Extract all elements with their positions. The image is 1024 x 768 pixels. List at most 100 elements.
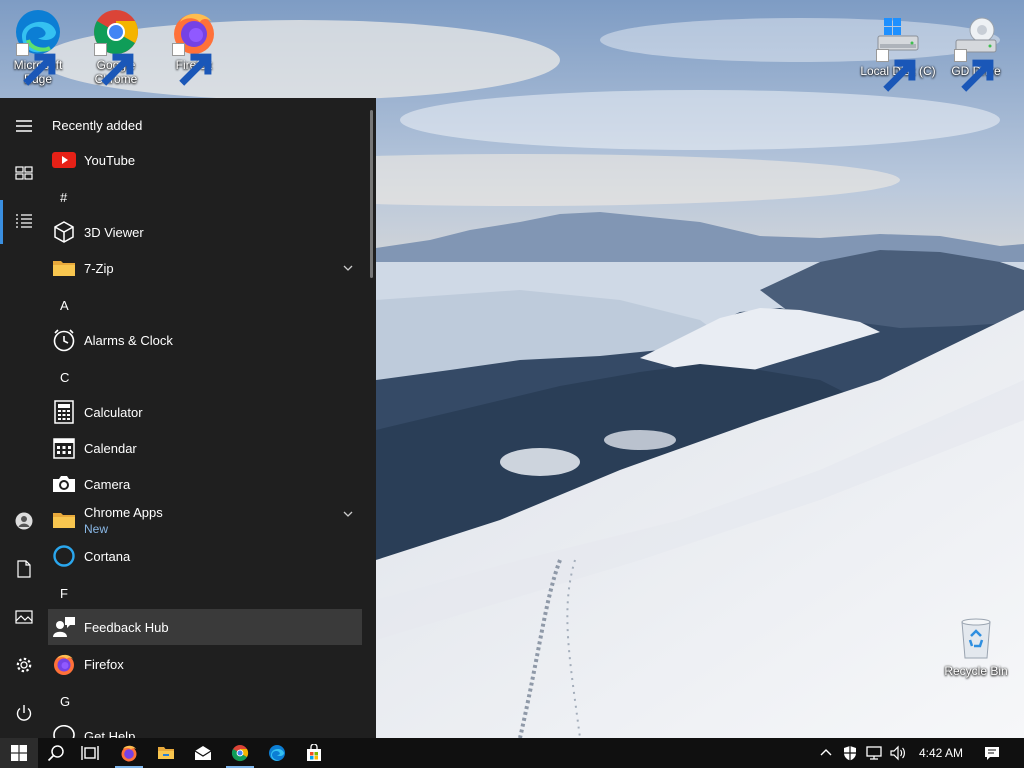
firefox-icon xyxy=(54,654,74,675)
search-icon xyxy=(47,745,64,762)
chevron-up-icon xyxy=(820,749,832,756)
search-button[interactable] xyxy=(38,738,74,768)
shortcut-arrow-icon xyxy=(172,43,212,86)
app-item-calculator[interactable]: Calculator xyxy=(48,394,362,430)
app-item-label: Cortana xyxy=(84,548,131,564)
app-item-label: 3D Viewer xyxy=(84,224,144,240)
help-icon xyxy=(53,724,75,738)
app-item-feedback-hub[interactable]: Feedback Hub xyxy=(48,609,362,645)
taskbar-firefox[interactable] xyxy=(111,738,147,768)
app-item-calendar[interactable]: Calendar xyxy=(48,430,362,466)
settings-button[interactable] xyxy=(0,642,48,688)
folder-icon xyxy=(53,261,75,276)
power-button[interactable] xyxy=(0,690,48,736)
task-view-icon xyxy=(81,746,99,760)
firefox-icon xyxy=(121,745,137,762)
taskbar-file-explorer[interactable] xyxy=(148,738,184,768)
volume-tray-button[interactable] xyxy=(888,738,908,768)
desktop-icon-recycle-bin[interactable]: Recycle Bin xyxy=(938,614,1014,678)
app-item-firefox[interactable]: Firefox xyxy=(48,646,362,682)
taskbar-mail[interactable] xyxy=(185,738,221,768)
clock-icon xyxy=(53,329,75,352)
desktop-icon-chrome[interactable]: Google Chrome xyxy=(78,8,154,86)
all-apps-button[interactable] xyxy=(0,198,48,244)
pictures-icon xyxy=(15,610,33,624)
recently-added-heading: Recently added xyxy=(52,118,143,133)
taskbar-store[interactable] xyxy=(296,738,332,768)
taskbar-chrome[interactable] xyxy=(222,738,258,768)
app-item-camera[interactable]: Camera xyxy=(48,466,362,502)
shortcut-arrow-icon xyxy=(876,49,916,92)
tiles-icon xyxy=(15,166,33,180)
cortana-icon xyxy=(53,545,75,567)
user-account-button[interactable] xyxy=(0,498,48,544)
app-item-label: Camera xyxy=(84,476,131,492)
notification-icon xyxy=(985,747,999,760)
feedback-icon xyxy=(53,617,75,637)
user-icon xyxy=(15,512,33,530)
app-item-label: Calculator xyxy=(84,404,143,420)
new-badge: New xyxy=(84,521,109,536)
documents-button[interactable] xyxy=(0,546,48,592)
app-item-youtube[interactable]: YouTube xyxy=(48,142,362,178)
task-view-button[interactable] xyxy=(72,738,108,768)
power-icon xyxy=(16,705,32,721)
app-item-label: Firefox xyxy=(84,656,124,672)
expand-menu-button[interactable] xyxy=(0,103,48,149)
app-folder-7zip[interactable]: 7-Zip xyxy=(48,250,362,286)
app-item-get-help[interactable]: Get Help xyxy=(48,718,362,738)
desktop-icon-edge[interactable]: Microsoft Edge xyxy=(0,8,76,86)
group-letter-f[interactable]: F xyxy=(60,586,68,601)
all-apps-icon xyxy=(16,214,32,228)
folder-icon xyxy=(53,513,75,528)
action-center-button[interactable] xyxy=(978,738,1006,768)
shortcut-arrow-icon xyxy=(954,49,994,92)
group-letter-a[interactable]: A xyxy=(60,298,69,313)
recycle-bin-icon xyxy=(961,618,991,659)
tiles-button[interactable] xyxy=(0,150,48,196)
app-item-alarms-clock[interactable]: Alarms & Clock xyxy=(48,322,362,358)
chevron-down-icon[interactable] xyxy=(342,262,354,274)
app-item-label: YouTube xyxy=(84,152,136,168)
show-hidden-icons-button[interactable] xyxy=(816,738,836,768)
mail-icon xyxy=(194,746,212,760)
menu-icon xyxy=(16,120,32,132)
shortcut-arrow-icon xyxy=(16,43,56,86)
desktop-icon-gd-drive[interactable]: GD Drive xyxy=(938,14,1014,92)
group-letter-c[interactable]: C xyxy=(60,370,69,385)
pictures-button[interactable] xyxy=(0,594,48,640)
chevron-down-icon[interactable] xyxy=(342,508,354,520)
app-folder-chrome-apps[interactable]: Chrome Apps New xyxy=(48,500,362,540)
camera-icon xyxy=(53,476,75,492)
desktop-icon-firefox[interactable]: Firefox xyxy=(156,8,232,86)
settings-icon xyxy=(16,657,32,673)
taskbar-edge[interactable] xyxy=(259,738,295,768)
app-item-label: 7-Zip xyxy=(84,260,114,276)
documents-icon xyxy=(17,560,31,578)
file-explorer-icon xyxy=(158,747,174,759)
start-button[interactable] xyxy=(0,738,38,768)
network-tray-button[interactable] xyxy=(864,738,884,768)
shortcut-arrow-icon xyxy=(94,43,134,86)
volume-icon xyxy=(890,745,905,761)
app-item-3d-viewer[interactable]: 3D Viewer xyxy=(48,214,362,250)
edge-icon xyxy=(269,745,285,761)
app-list: Recently added YouTube # 3D Viewer 7-Zip… xyxy=(48,98,368,738)
chrome-icon xyxy=(231,745,249,762)
start-menu: Recently added YouTube # 3D Viewer 7-Zip… xyxy=(0,98,376,738)
calculator-icon xyxy=(54,400,74,424)
security-tray-button[interactable] xyxy=(840,738,860,768)
app-list-scrollbar[interactable] xyxy=(370,110,373,278)
taskbar-clock[interactable]: 4:42 AM xyxy=(910,738,972,768)
app-item-cortana[interactable]: Cortana xyxy=(48,538,362,574)
cube-icon xyxy=(54,221,74,243)
group-letter-g[interactable]: G xyxy=(60,694,70,709)
app-item-label: Feedback Hub xyxy=(84,619,169,635)
start-menu-rail xyxy=(0,98,48,738)
desktop-icon-local-disk[interactable]: Local Disk (C) xyxy=(858,14,938,92)
desktop-icon-label: Recycle Bin xyxy=(944,664,1008,678)
store-icon xyxy=(307,744,321,761)
windows-start-icon xyxy=(11,745,27,761)
taskbar: 4:42 AM xyxy=(0,738,1024,768)
group-letter-hash[interactable]: # xyxy=(60,190,67,205)
